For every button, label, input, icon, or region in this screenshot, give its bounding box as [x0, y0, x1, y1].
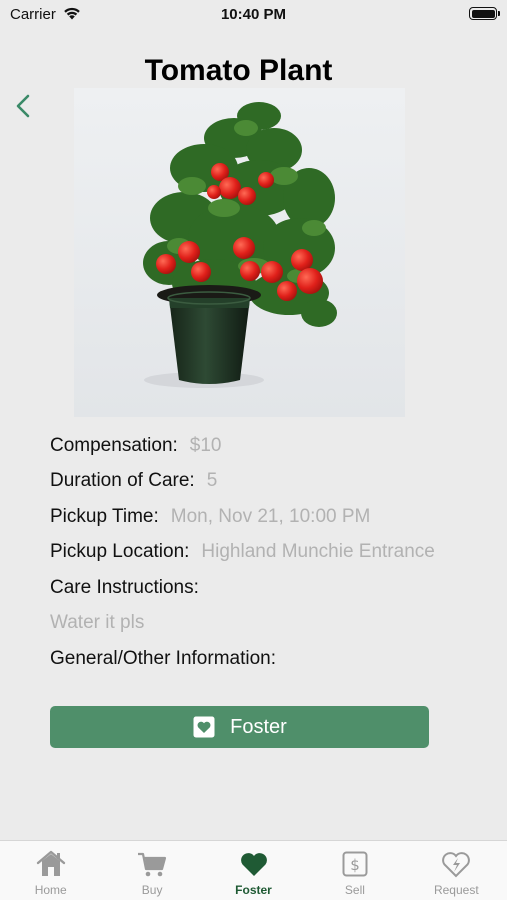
foster-button[interactable]: Foster — [50, 706, 429, 748]
tab-request[interactable]: Request — [406, 841, 507, 900]
pickup-location-label: Pickup Location: — [50, 541, 190, 563]
tab-request-label: Request — [433, 883, 479, 897]
tab-sell-label: Sell — [344, 883, 365, 897]
tab-foster-label: Foster — [235, 883, 272, 897]
general-info-row: General/Other Information: — [50, 641, 490, 677]
general-info-label: General/Other Information: — [50, 647, 276, 669]
cart-icon — [138, 852, 167, 877]
back-chevron-icon[interactable] — [12, 92, 34, 120]
tab-buy[interactable]: Buy — [101, 841, 202, 900]
battery-icon — [469, 7, 500, 20]
pickup-time-label: Pickup Time: — [50, 505, 159, 527]
status-bar: Carrier 10:40 PM — [0, 0, 507, 30]
care-instructions-value: Water it pls — [50, 612, 145, 634]
compensation-row: Compensation: $10 — [50, 428, 490, 464]
tab-bar: Home Buy Foster $ Sell Request — [0, 840, 507, 900]
heart-bolt-icon — [442, 852, 471, 878]
pickup-location-row: Pickup Location: Highland Munchie Entran… — [50, 535, 490, 571]
duration-row: Duration of Care: 5 — [50, 464, 490, 500]
care-instructions-value-row: Water it pls — [50, 606, 490, 642]
clock: 10:40 PM — [220, 6, 287, 23]
tab-home[interactable]: Home — [0, 841, 101, 900]
pickup-location-value: Highland Munchie Entrance — [201, 541, 435, 563]
house-icon — [36, 850, 65, 876]
tab-home-label: Home — [34, 883, 67, 897]
tab-foster[interactable]: Foster — [203, 841, 304, 900]
heart-icon — [240, 853, 267, 876]
details-list: Compensation: $10 Duration of Care: 5 Pi… — [50, 428, 490, 677]
dollar-square-icon: $ — [342, 851, 368, 877]
tab-buy-label: Buy — [141, 883, 163, 897]
pickup-time-value: Mon, Nov 21, 10:00 PM — [170, 505, 371, 527]
tab-sell[interactable]: $ Sell — [304, 841, 405, 900]
svg-text:$: $ — [350, 856, 360, 874]
compensation-label: Compensation: — [50, 434, 178, 456]
pickup-time-row: Pickup Time: Mon, Nov 21, 10:00 PM — [50, 499, 490, 535]
duration-label: Duration of Care: — [50, 470, 195, 492]
plant-photo — [74, 88, 405, 417]
care-instructions-row: Care Instructions: — [50, 570, 490, 606]
heart-square-icon — [193, 716, 215, 738]
foster-button-label: Foster — [230, 715, 287, 738]
care-instructions-label: Care Instructions: — [50, 576, 199, 598]
duration-value: 5 — [206, 470, 218, 492]
page-title: Tomato Plant — [144, 54, 333, 87]
compensation-value: $10 — [189, 434, 222, 456]
